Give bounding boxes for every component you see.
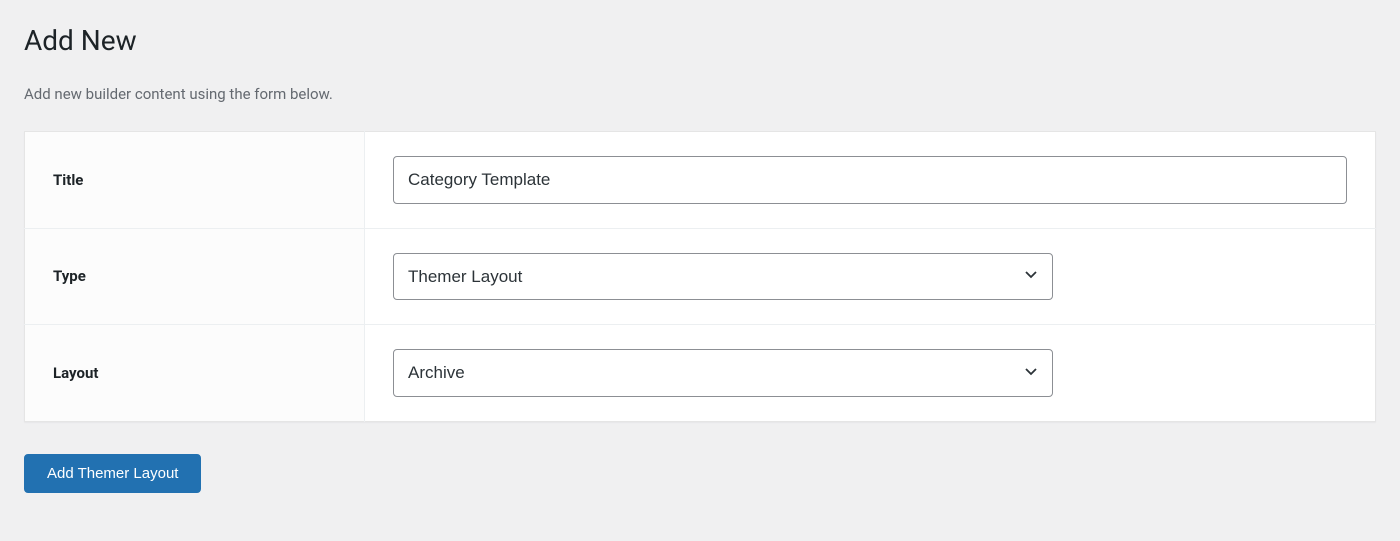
row-title: Title xyxy=(25,132,1376,229)
type-select[interactable]: Themer Layout xyxy=(393,253,1053,301)
row-type: Type Themer Layout xyxy=(25,228,1376,325)
form-table: Title Type Themer Layout Layout xyxy=(24,131,1376,422)
layout-select[interactable]: Archive xyxy=(393,349,1053,397)
submit-row: Add Themer Layout xyxy=(24,454,1376,493)
page-title: Add New xyxy=(24,24,1376,57)
label-layout: Layout xyxy=(25,325,365,422)
add-themer-layout-button[interactable]: Add Themer Layout xyxy=(24,454,201,493)
title-input[interactable] xyxy=(393,156,1347,204)
label-type: Type xyxy=(25,228,365,325)
label-title: Title xyxy=(25,132,365,229)
row-layout: Layout Archive xyxy=(25,325,1376,422)
page-description: Add new builder content using the form b… xyxy=(24,85,1376,103)
